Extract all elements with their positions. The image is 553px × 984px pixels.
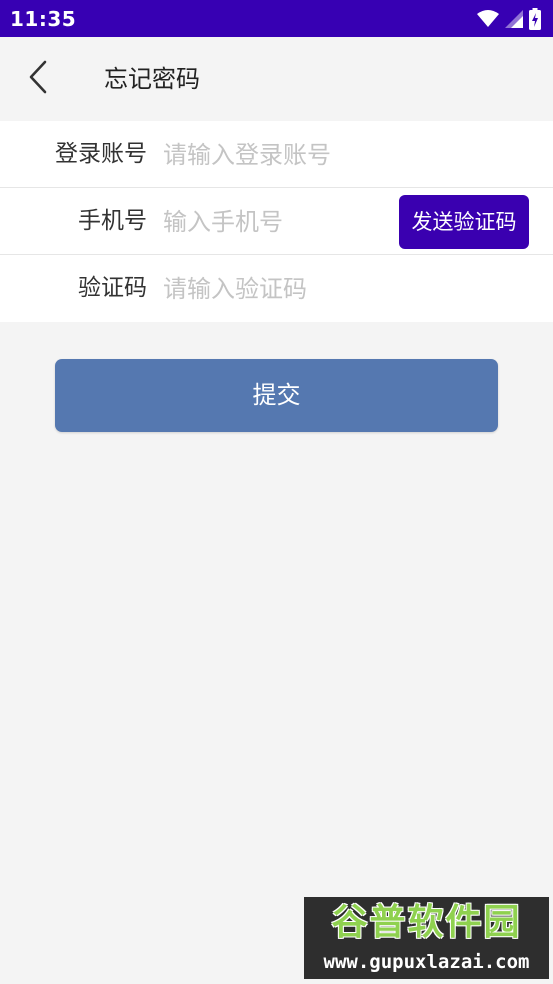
phone-row: 手机号 发送验证码: [0, 188, 553, 255]
status-icons: [477, 7, 541, 30]
phone-input[interactable]: [163, 202, 393, 242]
status-bar: 11:35: [0, 0, 553, 37]
account-label: 登录账号: [55, 141, 147, 167]
back-button[interactable]: [20, 59, 56, 99]
account-input[interactable]: [163, 135, 533, 175]
app-bar: 忘记密码: [0, 37, 553, 121]
battery-charging-icon: [529, 7, 541, 30]
wifi-icon: [477, 9, 499, 28]
code-row: 验证码: [0, 255, 553, 322]
status-time: 11:35: [10, 6, 77, 31]
signal-icon: [505, 9, 523, 28]
watermark-url: www.gupuxlazai.com: [323, 951, 530, 973]
chevron-left-icon: [28, 60, 48, 98]
forgot-password-form: 登录账号 手机号 发送验证码 验证码: [0, 121, 553, 322]
watermark-title: 谷普软件园: [331, 902, 522, 943]
page-title: 忘记密码: [104, 65, 200, 93]
send-code-button[interactable]: 发送验证码: [399, 195, 529, 249]
submit-button[interactable]: 提交: [55, 359, 498, 432]
code-input[interactable]: [163, 269, 533, 309]
watermark: 谷普软件园 www.gupuxlazai.com: [304, 897, 549, 979]
account-row: 登录账号: [0, 121, 553, 188]
code-label: 验证码: [78, 275, 147, 301]
phone-label: 手机号: [78, 208, 147, 234]
